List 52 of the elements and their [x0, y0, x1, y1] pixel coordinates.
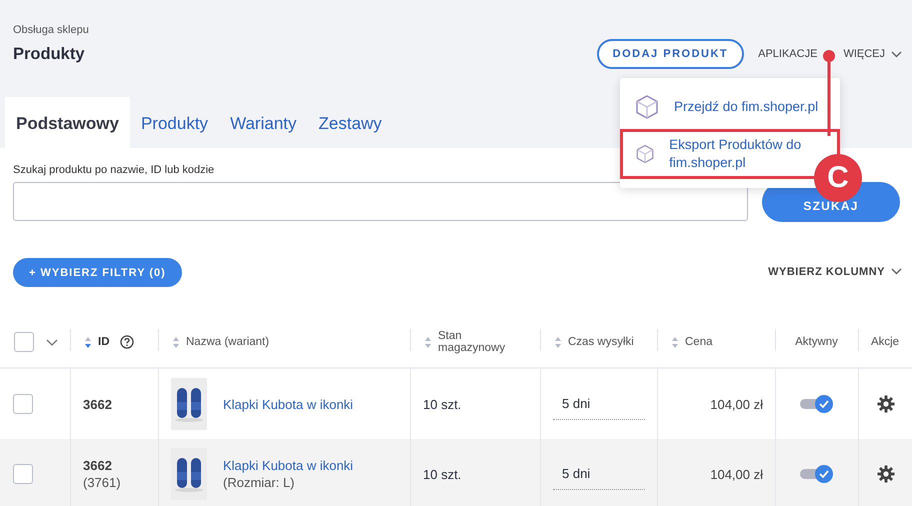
sort-icon[interactable]: [554, 336, 562, 348]
column-header[interactable]: Nazwa (wariant): [186, 336, 270, 348]
settings-icon[interactable]: [876, 395, 894, 413]
variant-id: (3761): [83, 475, 121, 490]
column-header[interactable]: Czas wysyłki: [568, 336, 634, 348]
sort-icon[interactable]: [172, 336, 180, 348]
stock-value: 10 szt.: [423, 466, 462, 482]
product-name-link[interactable]: Klapki Kubota w ikonki: [223, 396, 354, 412]
shipping-time-field[interactable]: 5 dni: [553, 388, 645, 420]
sort-icon[interactable]: [671, 336, 679, 348]
product-id: 3662: [83, 458, 113, 473]
row-checkbox[interactable]: [13, 464, 33, 484]
product-name-link[interactable]: Klapki Kubota w ikonki: [223, 458, 354, 473]
chevron-down-icon[interactable]: [46, 338, 58, 346]
column-header[interactable]: ID: [98, 336, 110, 348]
tab[interactable]: Produkty: [130, 97, 220, 148]
tab[interactable]: Podstawowy: [5, 97, 130, 148]
stock-value: 10 szt.: [423, 396, 462, 412]
breadcrumb[interactable]: Obsługa sklepu: [13, 24, 89, 36]
product-id: 3662: [83, 396, 112, 412]
sort-icon[interactable]: [424, 336, 432, 348]
filters-button[interactable]: + WYBIERZ FILTRY (0): [13, 258, 182, 287]
tab[interactable]: Zestawy: [308, 97, 393, 148]
variant-name: (Rozmiar: L): [223, 475, 296, 490]
active-toggle[interactable]: [800, 394, 834, 414]
price-value: 104,00 zł: [710, 396, 763, 412]
active-toggle[interactable]: [800, 464, 834, 484]
price-value: 104,00 zł: [710, 466, 763, 482]
cube-icon: [634, 94, 660, 120]
search-field[interactable]: [13, 182, 748, 221]
search-label: Szukaj produktu po nazwie, ID lub kodzie: [13, 164, 214, 176]
chevron-down-icon: [891, 268, 902, 275]
check-icon: [819, 470, 829, 478]
check-icon: [819, 400, 829, 408]
page-title: Produkty: [13, 45, 86, 64]
columns-link[interactable]: WYBIERZ KOLUMNY: [768, 266, 902, 278]
shipping-time-field[interactable]: 5 dni: [553, 458, 645, 490]
tab[interactable]: Warianty: [219, 97, 308, 148]
settings-icon[interactable]: [876, 465, 894, 483]
sort-icon[interactable]: [84, 336, 92, 348]
column-header[interactable]: Cena: [685, 336, 712, 348]
column-header[interactable]: Stan magazynowy: [438, 330, 518, 354]
add-product-button[interactable]: DODAJ PRODUKT: [596, 39, 744, 69]
select-all-checkbox[interactable]: [14, 332, 34, 352]
apps-link[interactable]: APLIKACJE: [758, 48, 818, 60]
row-checkbox[interactable]: [13, 394, 33, 414]
menu-item[interactable]: Przejdź do fim.shoper.pl: [620, 86, 840, 128]
chevron-down-icon: [891, 50, 902, 58]
column-header: Aktywny: [795, 336, 838, 348]
more-link[interactable]: WIĘCEJ: [843, 48, 902, 60]
help-icon[interactable]: [120, 335, 134, 349]
column-header: Akcje: [870, 336, 900, 348]
